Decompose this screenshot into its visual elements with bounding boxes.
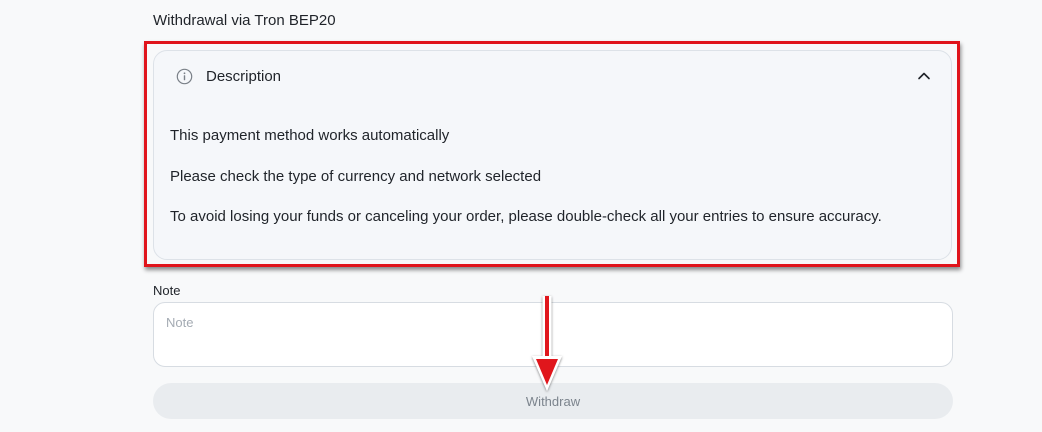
- section-title: Withdrawal via Tron BEP20: [153, 12, 336, 29]
- withdraw-button[interactable]: Withdraw: [153, 383, 953, 419]
- description-line-automatic: This payment method works automatically: [170, 127, 450, 144]
- note-field[interactable]: [153, 302, 953, 367]
- chevron-up-icon[interactable]: [917, 70, 931, 82]
- description-title: Description: [206, 68, 282, 85]
- note-label: Note: [153, 283, 181, 298]
- info-circle-icon: [176, 68, 193, 85]
- description-line-check-network: Please check the type of currency and ne…: [170, 168, 542, 185]
- description-accordion-header[interactable]: Description: [154, 51, 951, 103]
- description-accordion: Description This payment method works au…: [153, 50, 952, 260]
- description-line-accuracy-warning: To avoid losing your funds or canceling …: [170, 208, 882, 225]
